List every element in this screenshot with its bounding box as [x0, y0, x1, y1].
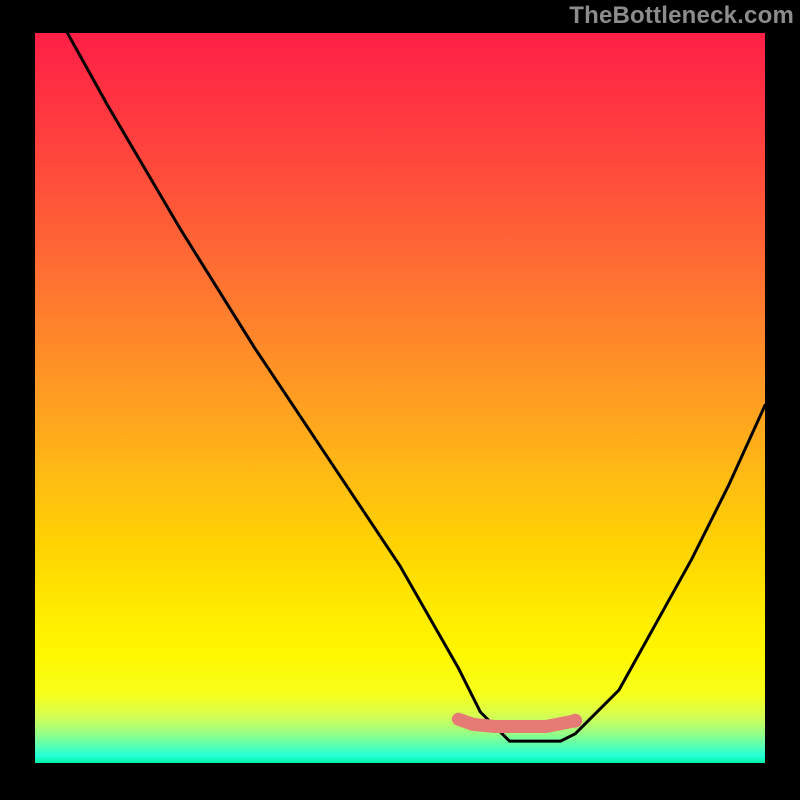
plot-background	[35, 33, 765, 763]
optimal-region-band	[458, 719, 575, 726]
bottleneck-chart: TheBottleneck.com	[0, 0, 800, 800]
chart-canvas	[0, 0, 800, 800]
watermark-text: TheBottleneck.com	[569, 2, 794, 30]
optimal-end-dot	[568, 714, 582, 728]
